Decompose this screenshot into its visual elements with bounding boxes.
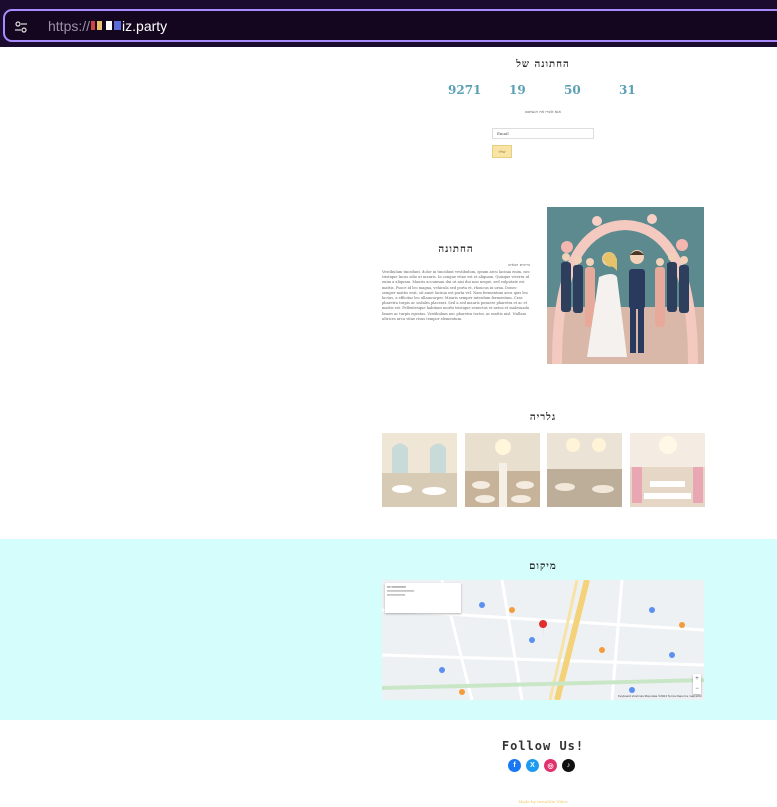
countdown-hours: 19: [509, 83, 526, 97]
rsvp-note: אנא אשרו את הגעתכם: [525, 109, 561, 114]
location-title: מיקום: [529, 561, 557, 572]
location-section: מיקום ━━ ━━━━━━━━ ━━━━━━━━━━━━━━━ ━━━━━━…: [0, 539, 777, 720]
gallery-image[interactable]: [382, 433, 457, 507]
gallery-image[interactable]: [547, 433, 622, 507]
follow-heading: Follow Us!: [501, 739, 585, 753]
gallery-image[interactable]: [630, 433, 705, 507]
gallery-title: גלריה: [529, 412, 557, 423]
social-links: f X ◎ ♪: [508, 759, 575, 772]
redacted-mark: [97, 21, 103, 30]
url-prefix: https://: [48, 17, 91, 34]
page-content: החתונה של 9271 19 50 31 אנא אשרו את הגעת…: [0, 47, 777, 807]
send-button[interactable]: שלח: [492, 145, 512, 158]
browser-chrome: https:// iz.party: [0, 0, 777, 47]
map-footer: Keyboard shortcuts Map data ©2024 Terms …: [617, 694, 702, 698]
tiktok-icon[interactable]: ♪: [562, 759, 575, 772]
gallery-image[interactable]: [465, 433, 540, 507]
redacted-mark: [114, 21, 122, 30]
map-info-card[interactable]: ━━ ━━━━━━━━ ━━━━━━━━━━━━━━━ ━━━━━━━━━━: [385, 583, 461, 613]
countdown-minutes: 50: [564, 83, 581, 97]
facebook-icon[interactable]: f: [508, 759, 521, 772]
map-card-line: ━━━━━━━━━━: [387, 593, 406, 597]
url-host: iz.party: [122, 17, 168, 34]
email-field[interactable]: Email: [492, 128, 594, 139]
couple-illustration: [547, 207, 704, 364]
x-icon[interactable]: X: [526, 759, 539, 772]
about-subtitle: ברוכים הבאים: [508, 262, 530, 267]
hero-title: החתונה של: [516, 59, 570, 70]
map-zoom-controls[interactable]: + −: [693, 674, 701, 694]
redacted-mark: [91, 21, 96, 30]
redacted-mark: [106, 21, 113, 30]
site-settings-icon[interactable]: [14, 19, 28, 33]
site-credit[interactable]: Made by InstaSite Vibes: [382, 799, 704, 804]
instagram-icon[interactable]: ◎: [544, 759, 557, 772]
countdown: 9271 19 50 31: [446, 83, 636, 97]
about-title: החתונה: [438, 244, 474, 255]
countdown-seconds: 31: [619, 83, 636, 97]
countdown-days: 9271: [448, 83, 482, 97]
about-text: Vestibulum tincidunt, dolor in tincidunt…: [382, 270, 530, 321]
map-embed[interactable]: ━━ ━━━━━━━━ ━━━━━━━━━━━━━━━ ━━━━━━━━━━ +…: [382, 580, 704, 700]
address-bar[interactable]: https:// iz.party: [3, 9, 777, 42]
url-text[interactable]: https:// iz.party: [48, 18, 167, 34]
